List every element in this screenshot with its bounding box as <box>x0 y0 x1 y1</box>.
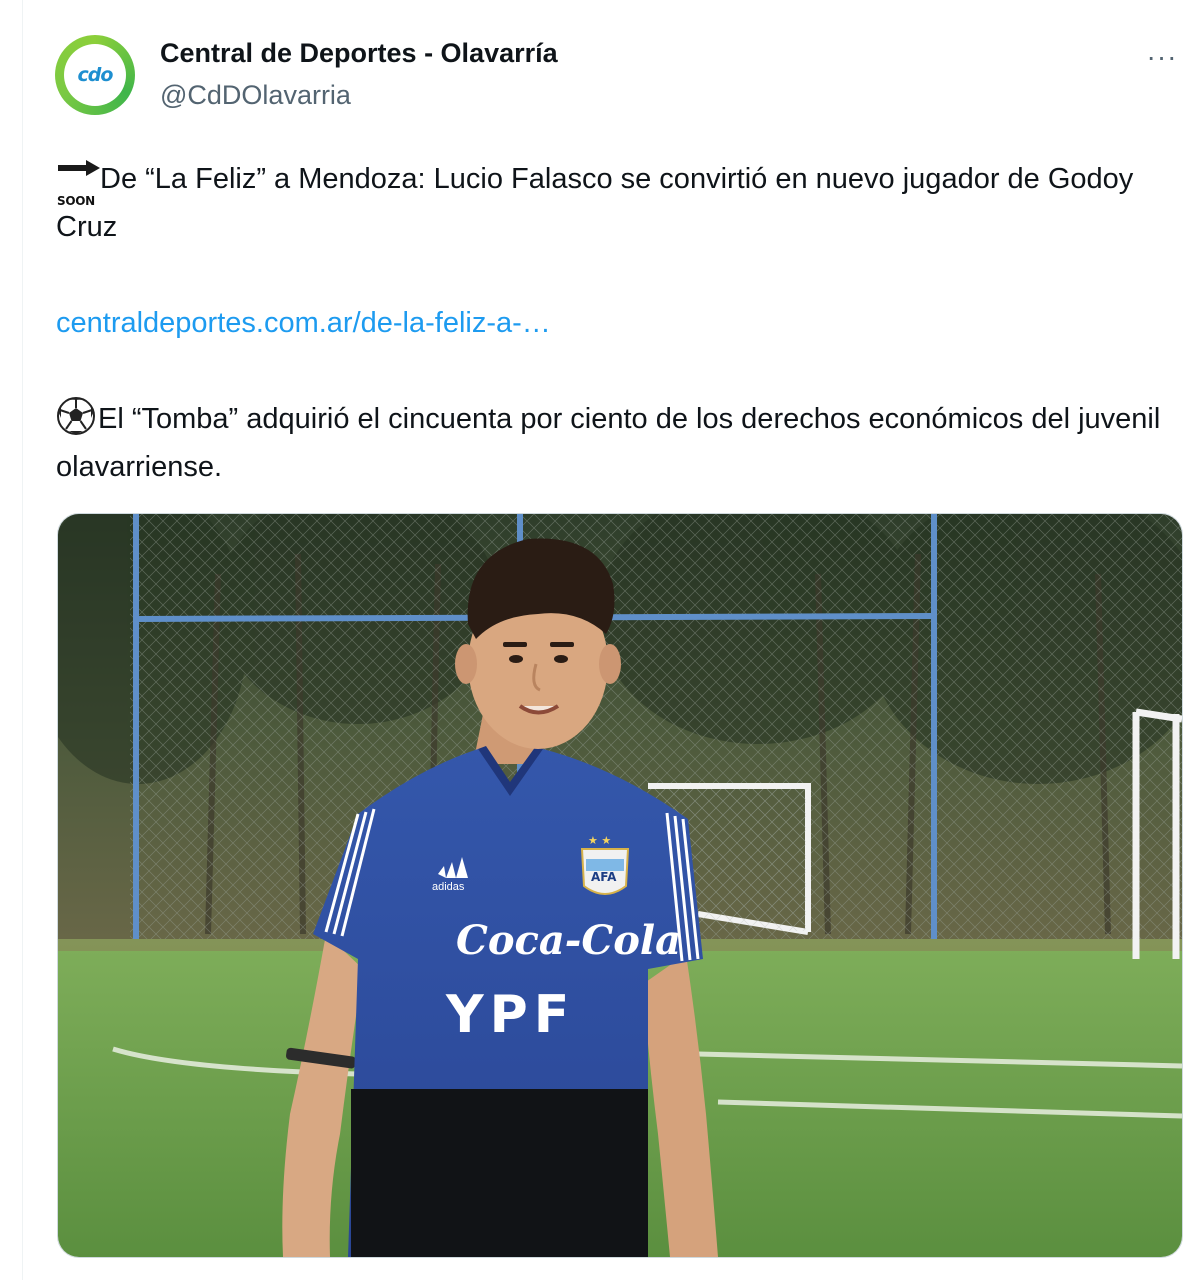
article-link[interactable]: centraldeportes.com.ar/de-la-feliz-a-… <box>56 307 551 339</box>
tweet-paragraph-1: SOON De “La Feliz” a Mendoza: Lucio Falas… <box>56 154 1176 251</box>
shirt-brand-text: adidas <box>432 881 465 893</box>
soon-label: SOON <box>57 194 95 208</box>
tweet-detail: El “Tomba” adquirió el cincuenta por cie… <box>56 403 1161 483</box>
sponsor-coca-cola: Coca-Cola <box>456 917 681 964</box>
tweet-paragraph-2: centraldeportes.com.ar/de-la-feliz-a-… <box>56 299 1176 347</box>
user-handle[interactable]: @CdDOlavarria <box>160 80 351 111</box>
tweet-photo[interactable]: adidas ★ ★ AFA Coca-Cola YPF <box>57 513 1183 1258</box>
more-options-button[interactable]: ··· <box>1140 42 1184 72</box>
tweet-headline: De “La Feliz” a Mendoza: Lucio Falasco s… <box>56 163 1134 243</box>
tweet-page: cdo Central de Deportes - Olavarría @CdD… <box>0 0 1200 1280</box>
soccer-ball-icon <box>57 397 95 435</box>
tweet-paragraph-3: El “Tomba” adquirió el cincuenta por cie… <box>56 395 1176 491</box>
more-icon: ··· <box>1146 41 1178 72</box>
display-name[interactable]: Central de Deportes - Olavarría <box>160 38 558 69</box>
timeline-divider <box>22 0 23 1280</box>
avatar-logo: cdo <box>64 44 126 106</box>
avatar-logo-text: cdo <box>77 64 114 86</box>
soon-arrow-icon: SOON <box>56 154 100 208</box>
avatar[interactable]: cdo <box>55 35 135 115</box>
crest-text: AFA <box>591 870 617 884</box>
photo-scene: adidas ★ ★ AFA Coca-Cola YPF <box>58 514 1182 1257</box>
svg-text:★ ★: ★ ★ <box>588 834 611 847</box>
tweet-text: SOON De “La Feliz” a Mendoza: Lucio Falas… <box>56 154 1176 491</box>
sponsor-ypf: YPF <box>445 985 575 1045</box>
